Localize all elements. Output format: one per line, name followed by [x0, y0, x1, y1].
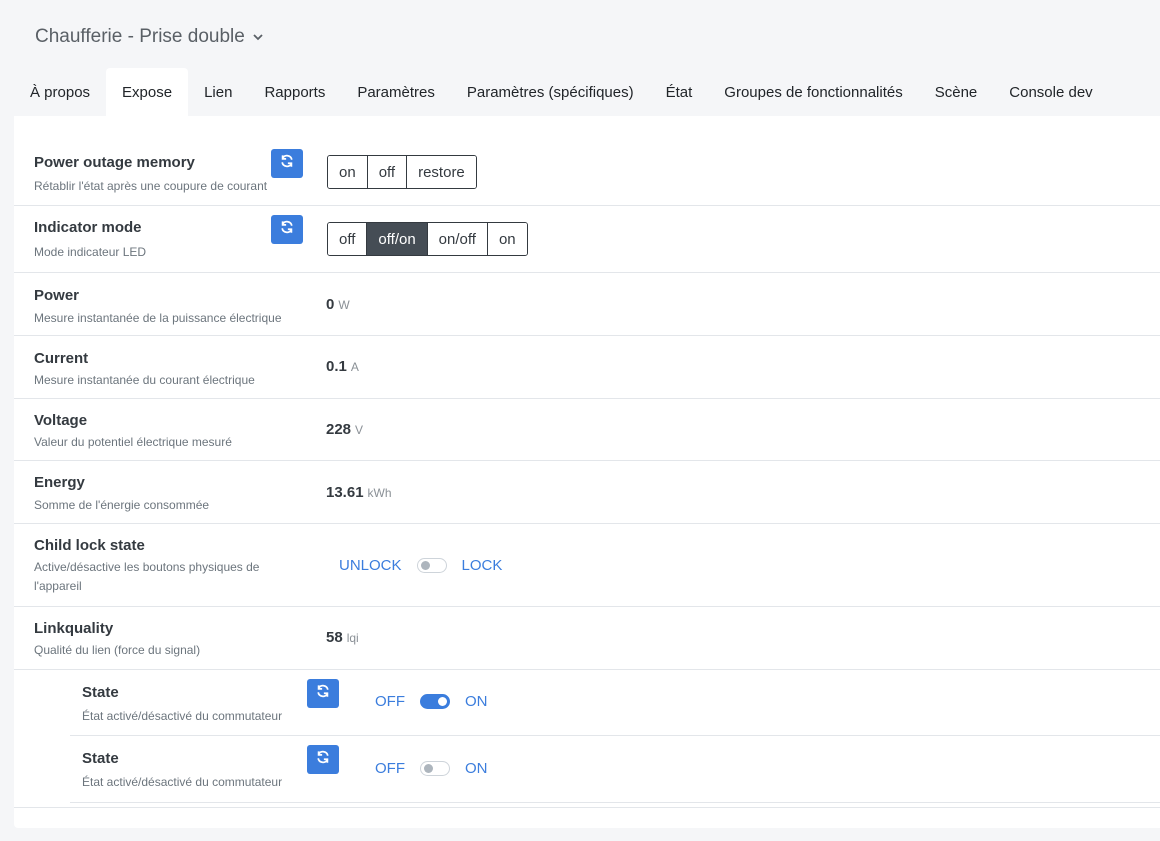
energy-value: 13.61 kWh — [326, 484, 392, 501]
tab-bar: À propos Expose Lien Rapports Paramètres… — [14, 68, 1109, 116]
feature-name: Voltage — [34, 412, 88, 429]
chevron-down-icon — [253, 30, 263, 44]
feature-state-1: State État activé/désactivé du commutate… — [70, 670, 1160, 736]
option-off-button[interactable]: off — [328, 223, 368, 255]
value-unit: V — [355, 423, 364, 437]
tab-expose[interactable]: Expose — [106, 68, 189, 116]
option-on-off-button[interactable]: on/off — [427, 223, 488, 255]
feature-current: Current Mesure instantanée du courant él… — [14, 336, 1160, 399]
feature-name: State — [82, 684, 119, 701]
option-on-button[interactable]: on — [328, 156, 368, 188]
refresh-icon — [316, 684, 330, 703]
power-outage-button-group: on off restore — [327, 155, 477, 189]
switch-knob — [424, 764, 433, 773]
option-off-button[interactable]: off — [367, 156, 408, 188]
linkquality-value: 58 lqi — [326, 629, 359, 646]
unlock-label[interactable]: UNLOCK — [339, 557, 402, 574]
power-value: 0W — [326, 296, 350, 313]
voltage-value: 228 V — [326, 421, 363, 438]
indicator-mode-button-group: off off/on on/off on — [327, 222, 528, 256]
option-restore-button[interactable]: restore — [407, 156, 476, 188]
tab-console-dev[interactable]: Console dev — [993, 68, 1108, 116]
refresh-button[interactable] — [307, 679, 339, 708]
feature-power: Power Mesure instantanée de la puissance… — [14, 273, 1160, 336]
feature-description: Mesure instantanée de la puissance élect… — [34, 311, 282, 325]
refresh-icon — [280, 154, 294, 173]
tab-a-propos[interactable]: À propos — [14, 68, 106, 116]
value-unit: W — [338, 298, 350, 312]
value-unit: lqi — [346, 631, 359, 645]
state-1-toggle: OFF ON — [375, 693, 488, 710]
value-number: 13.61 — [326, 484, 364, 501]
feature-description: État activé/désactivé du commutateur — [82, 775, 283, 789]
tab-parametres-specifiques[interactable]: Paramètres (spécifiques) — [451, 68, 650, 116]
current-value: 0.1 A — [326, 358, 359, 375]
on-label[interactable]: ON — [465, 693, 488, 710]
tab-groupes[interactable]: Groupes de fonctionnalités — [708, 68, 918, 116]
value-number: 58 — [326, 629, 343, 646]
feature-name: Child lock state — [34, 537, 145, 554]
feature-description: Mode indicateur LED — [34, 245, 147, 259]
feature-description-line1: Active/désactive les boutons physiques d… — [34, 560, 260, 574]
device-title[interactable]: Chaufferie - Prise double — [35, 26, 263, 48]
refresh-button[interactable] — [271, 215, 303, 244]
feature-description: Qualité du lien (force du signal) — [34, 643, 201, 657]
feature-name: State — [82, 750, 119, 767]
feature-energy: Energy Somme de l'énergie consommée 13.6… — [14, 461, 1160, 524]
feature-description: État activé/désactivé du commutateur — [82, 709, 283, 723]
feature-name: Power — [34, 287, 80, 304]
tab-rapports[interactable]: Rapports — [248, 68, 341, 116]
tab-lien[interactable]: Lien — [188, 68, 248, 116]
feature-description: Somme de l'énergie consommée — [34, 498, 210, 512]
child-lock-toggle: UNLOCK LOCK — [339, 557, 502, 574]
option-off-on-button[interactable]: off/on — [367, 223, 428, 255]
value-unit: kWh — [367, 486, 392, 500]
device-title-text: Chaufferie - Prise double — [35, 26, 245, 47]
value-unit: A — [350, 360, 359, 374]
expose-panel: Power outage memory Rétablir l'état aprè… — [14, 116, 1160, 828]
refresh-icon — [316, 750, 330, 769]
feature-name: Power outage memory — [34, 154, 195, 171]
option-on-button[interactable]: on — [487, 223, 527, 255]
feature-description: Valeur du potentiel électrique mesuré — [34, 435, 232, 449]
off-label[interactable]: OFF — [375, 693, 405, 710]
tab-parametres[interactable]: Paramètres — [341, 68, 451, 116]
refresh-button[interactable] — [271, 149, 303, 178]
feature-indicator-mode: Indicator mode Mode indicateur LED off o… — [14, 206, 1160, 273]
feature-list-divider — [14, 803, 1160, 808]
feature-description: Rétablir l'état après une coupure de cou… — [34, 179, 268, 193]
feature-voltage: Voltage Valeur du potentiel électrique m… — [14, 399, 1160, 461]
lock-label[interactable]: LOCK — [462, 557, 503, 574]
feature-child-lock: Child lock state Active/désactive les bo… — [14, 524, 1160, 607]
switch-knob — [420, 561, 430, 570]
feature-state-2: State État activé/désactivé du commutate… — [70, 736, 1160, 803]
tab-scene[interactable]: Scène — [919, 68, 994, 116]
refresh-button[interactable] — [307, 745, 339, 774]
feature-name: Energy — [34, 474, 85, 491]
feature-description: Mesure instantanée du courant électrique — [34, 373, 255, 387]
switch-knob — [438, 697, 447, 706]
state-1-switch[interactable] — [420, 694, 450, 709]
feature-description-line2: l'appareil — [34, 579, 82, 593]
feature-name: Linkquality — [34, 620, 114, 637]
off-label[interactable]: OFF — [375, 760, 405, 777]
refresh-icon — [280, 220, 294, 239]
feature-power-outage-memory: Power outage memory Rétablir l'état aprè… — [14, 140, 1160, 206]
tab-etat[interactable]: État — [650, 68, 709, 116]
feature-name: Indicator mode — [34, 219, 142, 236]
value-number: 0 — [326, 296, 335, 313]
child-lock-switch[interactable] — [416, 558, 447, 573]
on-label[interactable]: ON — [465, 760, 488, 777]
state-2-switch[interactable] — [420, 761, 450, 776]
feature-linkquality: Linkquality Qualité du lien (force du si… — [14, 607, 1160, 670]
feature-name: Current — [34, 350, 89, 367]
state-2-toggle: OFF ON — [375, 760, 488, 777]
value-number: 228 — [326, 421, 352, 438]
value-number: 0.1 — [326, 358, 347, 375]
